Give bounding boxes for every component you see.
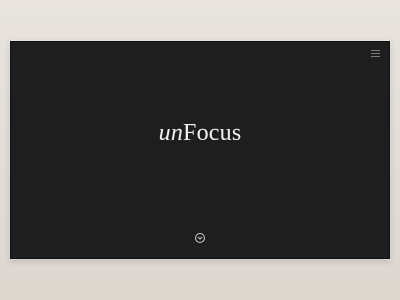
- hamburger-menu-icon[interactable]: [371, 50, 380, 57]
- chevron-down-icon: [197, 236, 203, 240]
- scroll-down-button[interactable]: [195, 233, 205, 243]
- logo: unFocus: [11, 118, 389, 148]
- menu-line: [371, 50, 380, 51]
- menu-line: [371, 53, 380, 54]
- logo-name: Focus: [183, 120, 242, 146]
- app-window: unFocus: [10, 41, 390, 259]
- logo-prefix: un: [158, 120, 184, 146]
- menu-line: [371, 56, 380, 57]
